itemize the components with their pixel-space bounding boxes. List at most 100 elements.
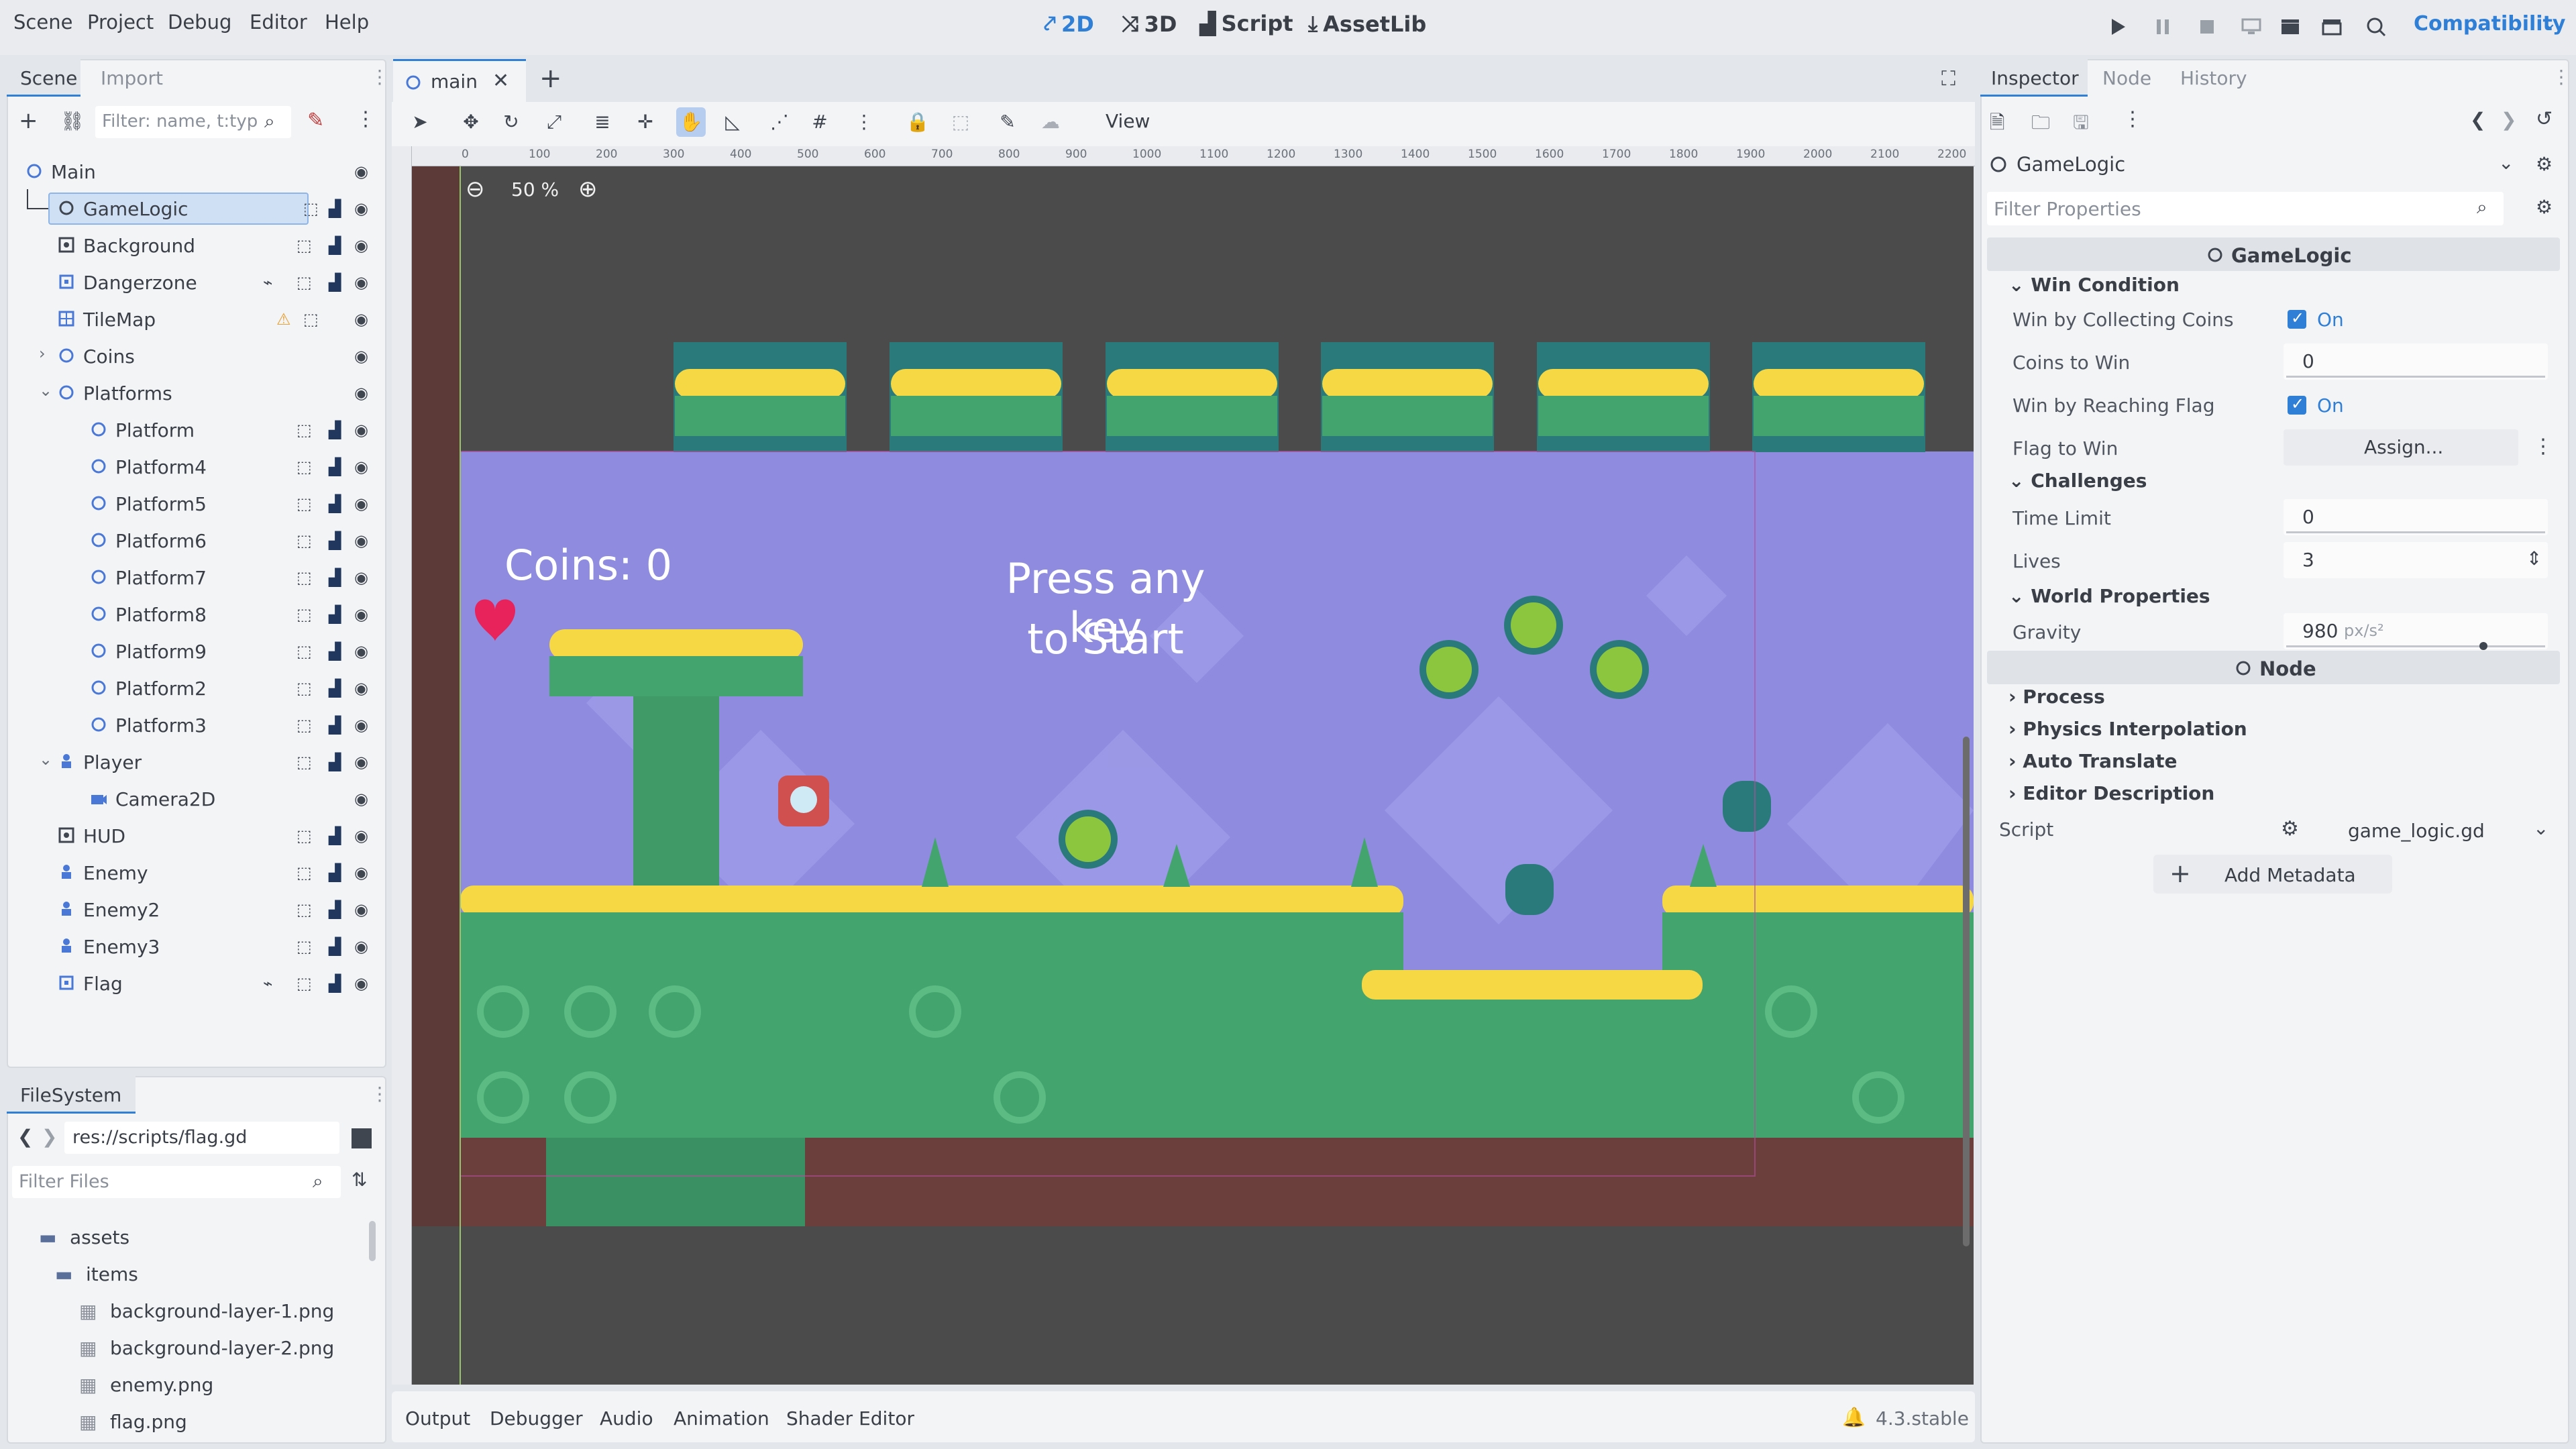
- scene-tree-row-main[interactable]: Main ◉: [13, 153, 376, 189]
- section-challenges[interactable]: ⌄ Challenges: [2008, 470, 2147, 492]
- scene-tree-row-dangerzone[interactable]: Dangerzone ◉ ▟ ⬚ ⌁: [13, 264, 376, 300]
- scene-tree-row-enemy[interactable]: Enemy ◉ ▟ ⬚: [13, 854, 376, 890]
- link-icon[interactable]: ⛓: [60, 110, 85, 132]
- updown-icon[interactable]: ⇕: [2526, 547, 2542, 570]
- inspector-menu-icon[interactable]: ⋮: [2552, 66, 2571, 88]
- chevron-down-icon[interactable]: ⌄: [39, 750, 52, 769]
- close-icon[interactable]: ✕: [492, 69, 509, 93]
- scene-icon[interactable]: ⬚: [297, 900, 314, 919]
- new-resource-icon[interactable]: 🗎: [1990, 109, 2005, 141]
- script-icon[interactable]: ▟: [329, 199, 346, 218]
- fullscreen-icon[interactable]: ⛶: [1941, 67, 1955, 91]
- scene-icon[interactable]: ⬚: [297, 826, 314, 845]
- gravity-slider[interactable]: 980 px/s²: [2284, 613, 2548, 650]
- scene-tree-row-platform3[interactable]: Platform3 ◉ ▟ ⬚: [13, 706, 376, 743]
- scene-tree-row-enemy2[interactable]: Enemy2 ◉ ▟ ⬚: [13, 891, 376, 927]
- stop-button[interactable]: [2194, 13, 2220, 40]
- visibility-icon[interactable]: ◉: [354, 716, 372, 735]
- scene-tree-row-platform5[interactable]: Platform5 ◉ ▟ ⬚: [13, 485, 376, 521]
- sort-icon[interactable]: ⇅: [352, 1169, 367, 1191]
- script-icon[interactable]: ▟: [329, 679, 346, 698]
- tab-scene-label[interactable]: Scene: [20, 67, 77, 89]
- visibility-icon[interactable]: ◉: [354, 679, 372, 698]
- visibility-icon[interactable]: ◉: [354, 605, 372, 624]
- view-menu[interactable]: View: [1106, 110, 1150, 132]
- fs-menu-icon[interactable]: ⋮: [370, 1083, 389, 1105]
- visibility-icon[interactable]: ◉: [354, 863, 372, 882]
- canvas-viewport[interactable]: Coins: 0 Press any key to Start ⊖ 50 % ⊕: [412, 166, 1974, 1385]
- visibility-icon[interactable]: ◉: [354, 273, 372, 292]
- forward-icon[interactable]: ❯: [42, 1126, 57, 1148]
- tab-inspector-label[interactable]: Inspector: [1991, 67, 2079, 89]
- menu-scene[interactable]: Scene: [13, 11, 72, 34]
- slider-grabber[interactable]: [2479, 642, 2487, 650]
- script-icon[interactable]: ▟: [329, 494, 346, 513]
- smart-snap-icon[interactable]: ⋰: [765, 107, 794, 137]
- scene-icon[interactable]: ⬚: [297, 568, 314, 587]
- inspected-object[interactable]: GameLogic: [2017, 153, 2125, 176]
- grid-snap-icon[interactable]: #: [805, 107, 835, 137]
- chevron-down-icon[interactable]: ⌄: [2533, 817, 2548, 839]
- scene-tree-row-tilemap[interactable]: TileMap ◉ ⬚ ⚠: [13, 301, 376, 337]
- scene-icon[interactable]: ⬚: [297, 716, 314, 735]
- visibility-icon[interactable]: ◉: [354, 494, 372, 513]
- new-tab-icon[interactable]: +: [539, 63, 562, 94]
- fs-item[interactable]: ▬ assets: [39, 1226, 129, 1248]
- tab-debugger[interactable]: Debugger: [490, 1407, 583, 1430]
- menu-debug[interactable]: Debug: [168, 11, 231, 34]
- workspace-assetlib-button[interactable]: ⤓ AssetLib: [1308, 11, 1426, 37]
- scene-tree-row-platform9[interactable]: Platform9 ◉ ▟ ⬚: [13, 633, 376, 669]
- movie-maker-button[interactable]: [2363, 13, 2390, 40]
- fs-item[interactable]: ▦ background-layer-1.png: [79, 1300, 334, 1322]
- script-icon[interactable]: ▟: [329, 937, 346, 956]
- script-icon[interactable]: ▟: [329, 605, 346, 624]
- scene-tree-row-camera2d[interactable]: Camera2D ◉: [13, 780, 376, 816]
- section-process[interactable]: › Process: [2008, 686, 2105, 708]
- fs-item[interactable]: ▦ flag.png: [79, 1411, 187, 1433]
- chevron-down-icon[interactable]: ⌄: [39, 381, 52, 400]
- visibility-icon[interactable]: ◉: [354, 347, 372, 366]
- scene-icon[interactable]: ⬚: [297, 531, 314, 550]
- scene-icon[interactable]: ⬚: [297, 642, 314, 661]
- add-metadata-button[interactable]: + Add Metadata: [2153, 855, 2392, 894]
- visibility-icon[interactable]: ◉: [354, 937, 372, 956]
- visibility-icon[interactable]: ◉: [354, 384, 372, 402]
- script-icon[interactable]: ▟: [329, 900, 346, 919]
- bone-icon[interactable]: ✎: [993, 107, 1022, 137]
- dock-menu-icon[interactable]: ⋮: [370, 66, 389, 88]
- fs-item[interactable]: ▦ enemy.png: [79, 1374, 213, 1396]
- run-current-scene-button[interactable]: [2277, 13, 2304, 40]
- zoom-out-icon[interactable]: ⊖: [466, 176, 485, 203]
- visibility-icon[interactable]: ◉: [354, 974, 372, 993]
- fs-scrollbar[interactable]: [369, 1221, 376, 1261]
- visibility-icon[interactable]: ◉: [354, 900, 372, 919]
- script-icon[interactable]: ▟: [329, 568, 346, 587]
- flag-menu-icon[interactable]: ⋮: [2533, 435, 2553, 458]
- scene-icon[interactable]: ⬚: [297, 679, 314, 698]
- script-icon[interactable]: ▟: [329, 421, 346, 439]
- script-icon[interactable]: ▟: [329, 716, 346, 735]
- scene-icon[interactable]: ⬚: [297, 236, 314, 255]
- menu-help[interactable]: Help: [325, 11, 369, 34]
- section-physics-interpolation[interactable]: › Physics Interpolation: [2008, 718, 2247, 740]
- warning-icon[interactable]: ⚠: [276, 310, 294, 329]
- ruler-icon[interactable]: ◺: [718, 107, 747, 137]
- scene-tree-row-coins[interactable]: › Coins ◉: [13, 337, 376, 374]
- chevron-down-icon[interactable]: ⌄: [2542, 13, 2557, 34]
- canvas-scrollbar-v[interactable]: [1963, 737, 1970, 1246]
- scene-tree-row-player[interactable]: ⌄ Player ◉ ▟ ⬚: [13, 743, 376, 780]
- script-icon[interactable]: ▟: [329, 863, 346, 882]
- scene-menu-icon[interactable]: ⋮: [356, 107, 376, 131]
- fs-path-input[interactable]: res://scripts/flag.gd: [64, 1122, 339, 1154]
- history-back-icon[interactable]: ❮: [2470, 109, 2485, 131]
- lock-icon[interactable]: 🔒: [903, 107, 932, 137]
- script-icon[interactable]: ▟: [329, 826, 346, 845]
- add-node-icon[interactable]: +: [19, 107, 38, 134]
- visibility-icon[interactable]: ◉: [354, 642, 372, 661]
- visibility-icon[interactable]: ◉: [354, 826, 372, 845]
- more-options-icon[interactable]: ⋮: [2123, 107, 2143, 131]
- workspace-script-button[interactable]: ▟ Script: [1199, 11, 1293, 36]
- scene-tree-row-gamelogic[interactable]: GameLogic ◉ ▟ ⬚: [13, 190, 376, 226]
- visibility-icon[interactable]: ◉: [354, 458, 372, 476]
- scene-tree-row-enemy3[interactable]: Enemy3 ◉ ▟ ⬚: [13, 928, 376, 964]
